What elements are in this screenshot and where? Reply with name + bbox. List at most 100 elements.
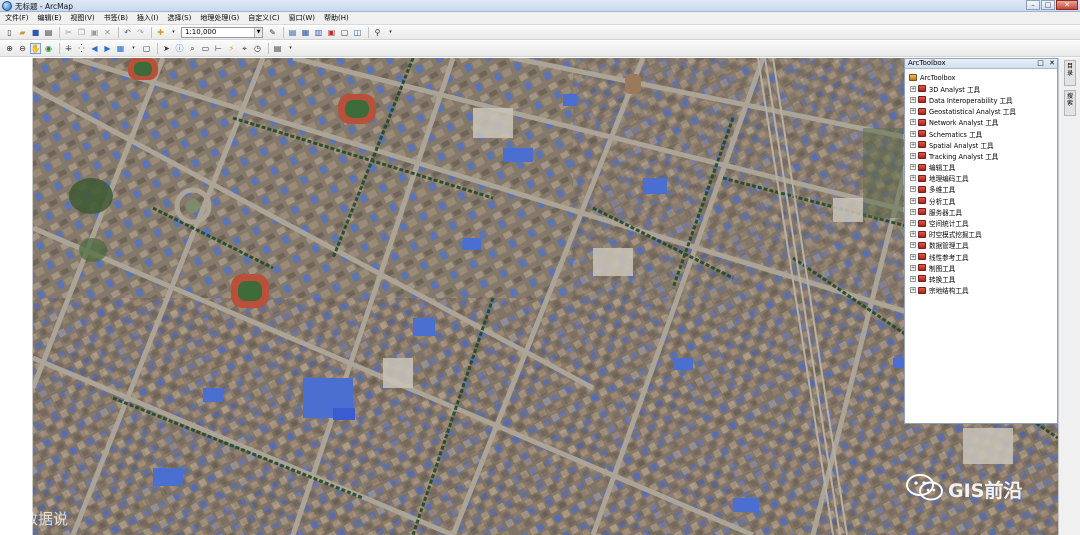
select-features-icon[interactable]: ▦	[115, 43, 126, 54]
identify-icon[interactable]: ⓘ	[174, 43, 185, 54]
tree-item-linear-referencing[interactable]: + 线性参考工具	[905, 251, 1057, 262]
tree-item-geocoding[interactable]: + 地理编码工具	[905, 173, 1057, 184]
tree-item-conversion[interactable]: + 转换工具	[905, 273, 1057, 284]
expand-icon[interactable]: +	[910, 287, 916, 294]
expand-icon[interactable]: +	[910, 130, 916, 137]
copy-icon[interactable]: ❐	[76, 27, 87, 38]
toolbar-options-icon[interactable]: ▾	[385, 27, 396, 38]
hyperlink-icon[interactable]: ⚡	[226, 43, 237, 54]
add-data-dropdown-icon[interactable]: ▾	[168, 27, 179, 38]
zoom-in-icon[interactable]: ⊕	[4, 43, 15, 54]
go-to-xy-icon[interactable]: ⌖	[239, 43, 250, 54]
forward-extent-icon[interactable]: ▶	[102, 43, 113, 54]
tree-item-multidimension[interactable]: + 多维工具	[905, 184, 1057, 195]
add-data-icon[interactable]: ✚	[155, 27, 166, 38]
close-panel-icon[interactable]: ✕	[1049, 59, 1055, 67]
expand-icon[interactable]: +	[910, 175, 916, 182]
menu-selection[interactable]: 选择(S)	[167, 13, 191, 23]
scale-dropdown-icon[interactable]: ▼	[254, 28, 262, 37]
select-dropdown-icon[interactable]: ▾	[128, 43, 139, 54]
tree-item-data-interoperability[interactable]: + Data Interoperability 工具	[905, 94, 1057, 105]
menu-bookmarks[interactable]: 书签(B)	[104, 13, 128, 23]
menu-windows[interactable]: 窗口(W)	[289, 13, 315, 23]
catalog-dock-tab[interactable]: 目录	[1064, 60, 1076, 86]
open-folder-icon[interactable]: ▰	[17, 27, 28, 38]
zoom-out-icon[interactable]: ⊖	[17, 43, 28, 54]
expand-icon[interactable]: +	[910, 85, 916, 92]
expand-icon[interactable]: +	[910, 231, 916, 238]
restore-panel-icon[interactable]: □	[1037, 59, 1044, 67]
menu-geoprocessing[interactable]: 地理处理(G)	[200, 13, 239, 23]
html-popup-icon[interactable]: ▭	[200, 43, 211, 54]
expand-icon[interactable]: +	[910, 186, 916, 193]
select-elements-icon[interactable]: ➤	[161, 43, 172, 54]
tree-item-geostatistical-analyst[interactable]: + Geostatistical Analyst 工具	[905, 106, 1057, 117]
tree-item-space-time-pattern-mining[interactable]: + 时空模式挖掘工具	[905, 229, 1057, 240]
time-slider-icon[interactable]: ◷	[252, 43, 263, 54]
new-document-icon[interactable]: ▯	[4, 27, 15, 38]
search-dock-tab[interactable]: 搜索	[1064, 90, 1076, 116]
pan-hand-icon[interactable]: ✋	[30, 43, 41, 54]
tree-item-data-management[interactable]: + 数据管理工具	[905, 240, 1057, 251]
expand-icon[interactable]: +	[910, 164, 916, 171]
expand-icon[interactable]: +	[910, 253, 916, 260]
full-extent-icon[interactable]: ◉	[43, 43, 54, 54]
fixed-zoom-in-icon[interactable]: ⁜	[63, 43, 74, 54]
menu-help[interactable]: 帮助(H)	[324, 13, 349, 23]
print-icon[interactable]: ▤	[43, 27, 54, 38]
python-window-icon[interactable]: ▢	[339, 27, 350, 38]
menu-insert[interactable]: 插入(I)	[137, 13, 159, 23]
create-viewer-window-icon[interactable]: ▤	[272, 43, 283, 54]
menu-view[interactable]: 视图(V)	[70, 13, 94, 23]
menu-file[interactable]: 文件(F)	[5, 13, 29, 23]
expand-icon[interactable]: +	[910, 96, 916, 103]
expand-icon[interactable]: +	[910, 119, 916, 126]
tree-item-analysis[interactable]: + 分析工具	[905, 195, 1057, 206]
fixed-zoom-out-icon[interactable]: ⁛	[76, 43, 87, 54]
map-scale-field[interactable]: 1:10,000 ▼	[181, 27, 263, 38]
tree-item-spatial-statistics[interactable]: + 空间统计工具	[905, 217, 1057, 228]
close-button[interactable]: ✕	[1056, 0, 1078, 10]
tree-item-server[interactable]: + 服务器工具	[905, 206, 1057, 217]
modelbuilder-icon[interactable]: ◫	[352, 27, 363, 38]
overflow-options-icon[interactable]: ▾	[285, 43, 296, 54]
expand-icon[interactable]: +	[910, 275, 916, 282]
tree-item-cartography[interactable]: + 制图工具	[905, 262, 1057, 273]
expand-icon[interactable]: +	[910, 264, 916, 271]
tree-root-arctoolbox[interactable]: ArcToolbox	[905, 72, 1057, 83]
clear-selection-icon[interactable]: ▢	[141, 43, 152, 54]
editor-toolbar-icon[interactable]: ✎	[267, 27, 278, 38]
table-of-contents-icon[interactable]: ▤	[287, 27, 298, 38]
tree-item-3d-analyst[interactable]: +3D Analyst 工具	[905, 83, 1057, 94]
connect-tool-icon[interactable]: ⚲	[372, 27, 383, 38]
minimize-button[interactable]: –	[1026, 0, 1040, 10]
undo-icon[interactable]: ↶	[122, 27, 133, 38]
save-icon[interactable]: ■	[30, 27, 41, 38]
tree-item-parcel-fabric[interactable]: + 宗地结构工具	[905, 285, 1057, 296]
redo-icon[interactable]: ↷	[135, 27, 146, 38]
tree-item-schematics[interactable]: + Schematics 工具	[905, 128, 1057, 139]
maximize-button[interactable]: □	[1041, 0, 1055, 10]
expand-icon[interactable]: +	[910, 242, 916, 249]
tree-item-editing[interactable]: + 编辑工具	[905, 162, 1057, 173]
menu-edit[interactable]: 编辑(E)	[38, 13, 62, 23]
catalog-window-icon[interactable]: ▦	[300, 27, 311, 38]
back-extent-icon[interactable]: ◀	[89, 43, 100, 54]
find-icon[interactable]: ⌕	[187, 43, 198, 54]
expand-icon[interactable]: +	[910, 197, 916, 204]
arctoolbox-window-icon[interactable]: ▣	[326, 27, 337, 38]
tree-item-spatial-analyst[interactable]: + Spatial Analyst 工具	[905, 139, 1057, 150]
delete-icon[interactable]: ✕	[102, 27, 113, 38]
paste-icon[interactable]: ▣	[89, 27, 100, 38]
search-window-icon[interactable]: ▥	[313, 27, 324, 38]
expand-icon[interactable]: +	[910, 108, 916, 115]
cut-icon[interactable]: ✂	[63, 27, 74, 38]
expand-icon[interactable]: +	[910, 220, 916, 227]
expand-icon[interactable]: +	[910, 208, 916, 215]
menu-customize[interactable]: 自定义(C)	[248, 13, 279, 23]
measure-icon[interactable]: ⊢	[213, 43, 224, 54]
expand-icon[interactable]: +	[910, 141, 916, 148]
tree-item-network-analyst[interactable]: + Network Analyst 工具	[905, 117, 1057, 128]
expand-icon[interactable]: +	[910, 152, 916, 159]
tree-item-tracking-analyst[interactable]: + Tracking Analyst 工具	[905, 150, 1057, 161]
